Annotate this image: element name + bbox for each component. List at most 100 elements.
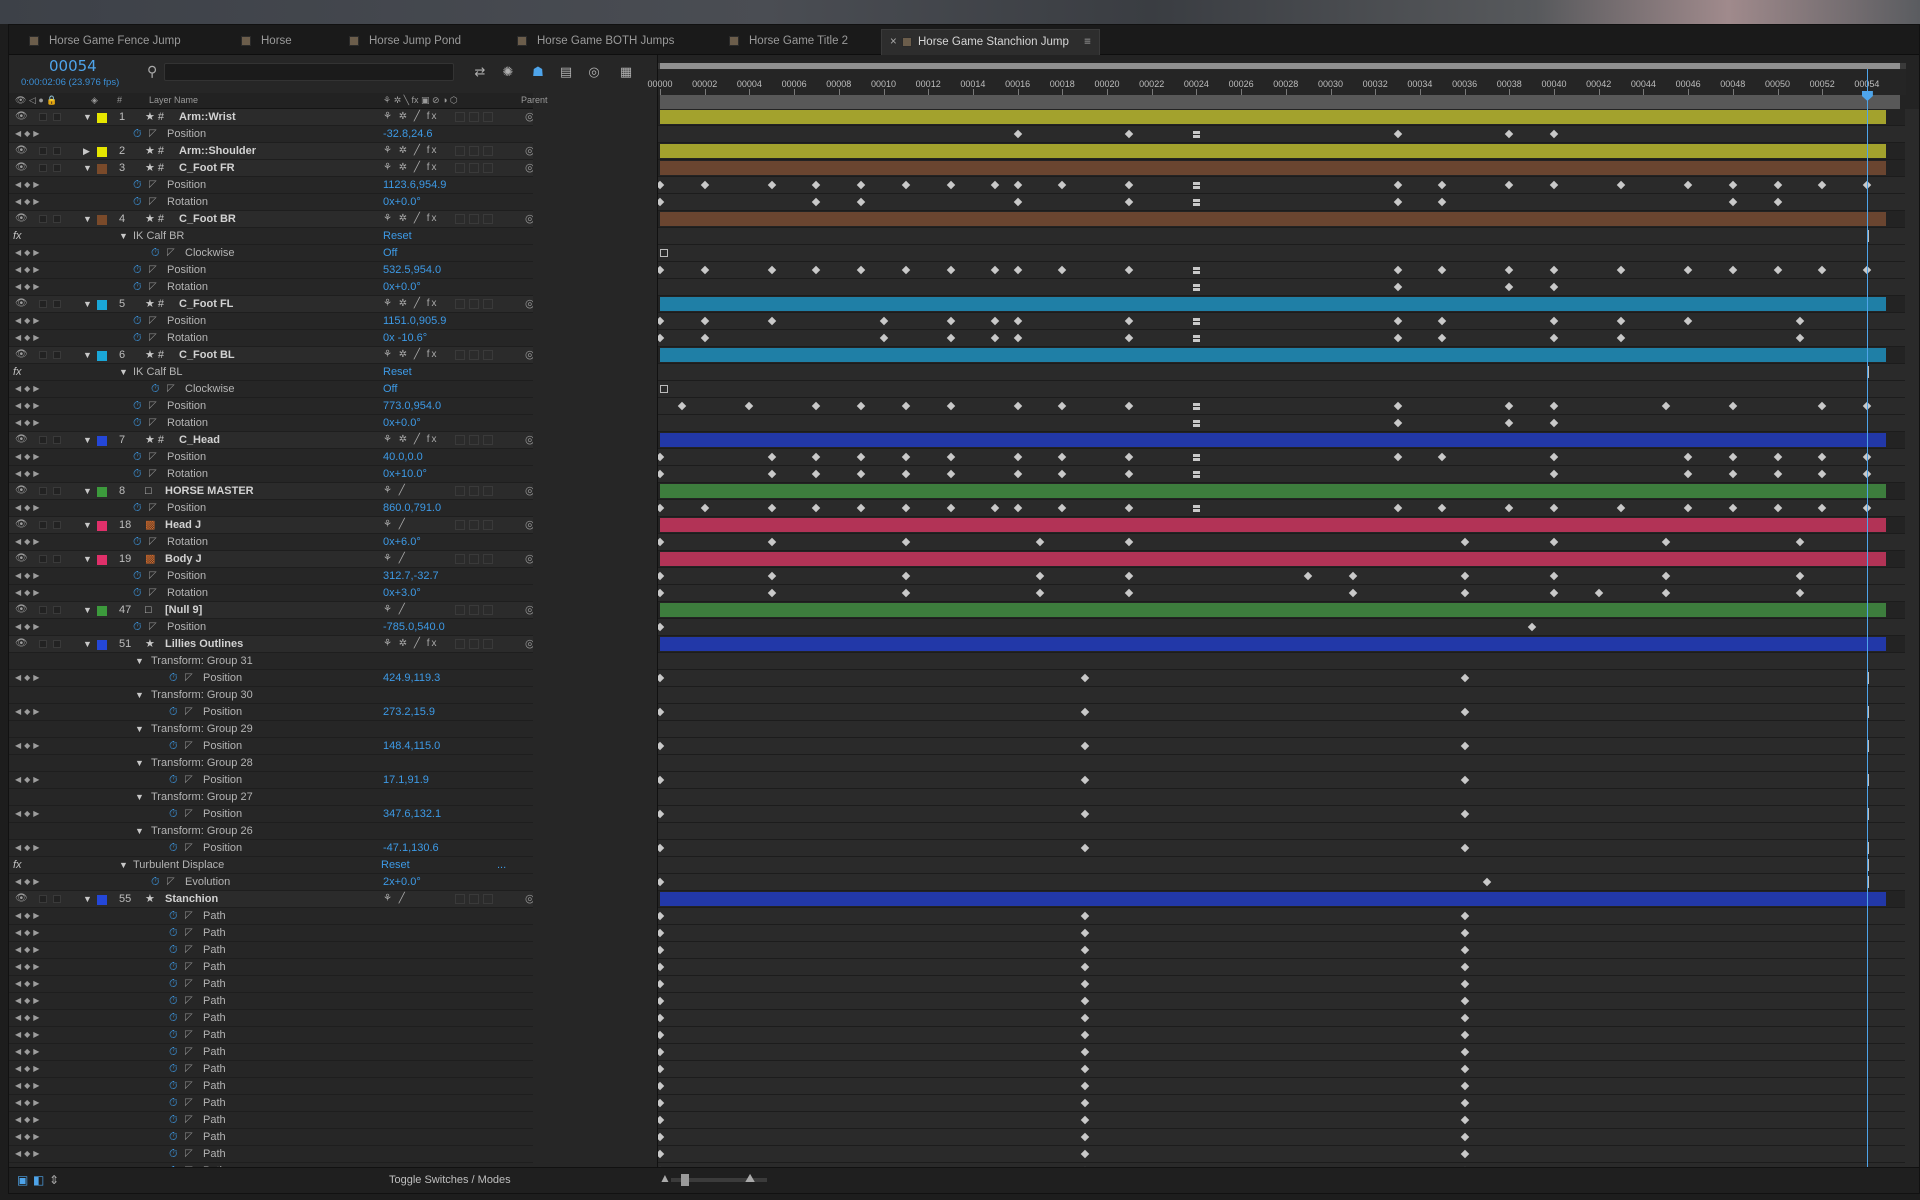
graph-icon[interactable]: ◸ <box>149 313 157 329</box>
solo-checkbox[interactable] <box>39 640 47 648</box>
stopwatch-icon[interactable]: ⏱ <box>133 534 142 550</box>
property-row[interactable]: ◀◆▶ ⏱ ◸ Position -32.8,24.6 <box>9 126 533 143</box>
keyframe[interactable] <box>1817 452 1827 462</box>
keyframe[interactable] <box>1125 537 1134 547</box>
keyframe-navigator[interactable]: ◀◆▶ <box>15 534 42 550</box>
lock-checkbox[interactable] <box>53 113 61 121</box>
property-value[interactable]: -785.0,540.0 <box>383 619 445 635</box>
stopwatch-icon[interactable]: ⏱ <box>169 1112 178 1128</box>
keyframe-navigator[interactable]: ◀◆▶ <box>15 925 42 941</box>
layer-switches[interactable]: ⚘ ✲ ╱ fx <box>383 296 438 312</box>
keyframe[interactable] <box>901 452 911 462</box>
keyframe-navigator[interactable]: ◀◆▶ <box>15 1146 42 1162</box>
keyframe[interactable] <box>1460 741 1469 751</box>
stopwatch-icon[interactable]: ⏱ <box>169 840 178 856</box>
expand-triangle[interactable]: ▼ <box>135 789 144 805</box>
keyframe[interactable] <box>1549 129 1559 139</box>
keyframe-navigator[interactable]: ◀◆▶ <box>15 1061 42 1077</box>
lock-checkbox[interactable] <box>53 300 61 308</box>
keyframe[interactable] <box>1773 265 1782 275</box>
switch-box[interactable] <box>455 520 465 530</box>
switch-box[interactable] <box>469 163 479 173</box>
switch-box[interactable] <box>469 214 479 224</box>
keyframe[interactable] <box>1058 401 1067 411</box>
expand-triangle[interactable]: ▼ <box>119 364 128 380</box>
property-row[interactable]: ◀◆▶ ⏱ ◸ Rotation 0x+10.0° <box>9 466 533 483</box>
keyframe[interactable] <box>658 962 665 972</box>
stopwatch-icon[interactable]: ⏱ <box>133 126 142 142</box>
label-color[interactable] <box>97 555 107 565</box>
keyframe-navigator[interactable]: ◀◆▶ <box>15 772 42 788</box>
keyframe[interactable] <box>1460 1115 1469 1125</box>
property-row[interactable]: ▼ Transform: Group 27 <box>9 789 533 806</box>
keyframe[interactable] <box>1460 1132 1469 1142</box>
keyframe[interactable] <box>658 843 665 853</box>
keyframe[interactable] <box>1460 571 1469 581</box>
search-input[interactable] <box>164 63 454 81</box>
keyframe[interactable] <box>991 503 1000 513</box>
expand-triangle[interactable]: ▼ <box>83 517 92 533</box>
stopwatch-icon[interactable]: ⏱ <box>169 1061 178 1077</box>
keyframe[interactable] <box>1460 979 1469 989</box>
keyframe[interactable] <box>658 1013 665 1023</box>
keyframe-navigator[interactable]: ◀◆▶ <box>15 177 42 193</box>
graph-icon[interactable]: ◸ <box>185 1095 193 1111</box>
keyframe[interactable] <box>1527 622 1536 632</box>
property-value[interactable]: 148.4,115.0 <box>383 738 440 754</box>
eye-icon[interactable]: 👁 <box>15 551 28 567</box>
switch-box[interactable] <box>455 554 465 564</box>
lock-checkbox[interactable] <box>53 606 61 614</box>
keyframe[interactable] <box>1080 1132 1089 1142</box>
switch-box[interactable] <box>455 639 465 649</box>
toggle-switches-modes[interactable]: Toggle Switches / Modes <box>389 1174 511 1186</box>
layer-switches[interactable]: ⚘ ✲ ╱ fx <box>383 109 438 125</box>
keyframe[interactable] <box>1460 537 1469 547</box>
keyframe[interactable] <box>1058 265 1067 275</box>
property-row[interactable]: ◀◆▶ ⏱ ◸ Rotation 0x+0.0° <box>9 415 533 432</box>
keyframe[interactable] <box>856 265 866 275</box>
keyframe[interactable] <box>767 588 776 598</box>
keyframe[interactable] <box>1125 503 1134 513</box>
property-row[interactable]: ◀◆▶ ⏱ ◸ Position 40.0,0.0 <box>9 449 533 466</box>
graph-icon[interactable]: ◸ <box>185 772 193 788</box>
layer-switches[interactable]: ⚘ ✲ ╱ fx <box>383 160 438 176</box>
stopwatch-icon[interactable]: ⏱ <box>133 313 142 329</box>
graph-icon[interactable]: ◸ <box>185 1061 193 1077</box>
tab-2[interactable]: Horse Jump Pond <box>349 29 461 55</box>
keyframe[interactable] <box>1438 197 1447 207</box>
layer-switches[interactable]: ⚘ ╱ <box>383 891 407 907</box>
keyframe[interactable] <box>1393 503 1402 513</box>
expand-triangle[interactable]: ▼ <box>83 551 92 567</box>
layer-duration-bar[interactable] <box>660 144 1886 158</box>
keyframe[interactable] <box>1549 537 1559 547</box>
keyframe[interactable] <box>1482 877 1492 887</box>
keyframe[interactable] <box>1438 180 1447 190</box>
keyframe[interactable] <box>856 452 866 462</box>
keyframe[interactable] <box>1773 469 1782 479</box>
property-row[interactable]: ◀◆▶ ⏱ ◸ Path <box>9 908 533 925</box>
keyframe[interactable] <box>658 622 665 632</box>
graph-icon[interactable]: ◸ <box>185 840 193 856</box>
keyframe[interactable] <box>658 877 665 887</box>
parent-pickwhip-icon[interactable]: ◎ <box>525 143 533 159</box>
stopwatch-icon[interactable]: ⏱ <box>169 772 178 788</box>
keyframe-navigator[interactable]: ◀◆▶ <box>15 908 42 924</box>
layer-row[interactable]: 👁▼8□HORSE MASTER⚘ ╱◎None▼ <box>9 483 533 500</box>
layer-name[interactable]: [Null 9] <box>165 602 202 618</box>
property-row[interactable]: ◀◆▶ ⏱ ◸ Position 1123.6,954.9 <box>9 177 533 194</box>
property-row[interactable]: ◀◆▶ ⏱ ◸ Rotation 0x+0.0° <box>9 194 533 211</box>
keyframe[interactable] <box>1193 420 1201 427</box>
expand-triangle[interactable]: ▼ <box>135 721 144 737</box>
layer-row[interactable]: 👁▼47□[Null 9]⚘ ╱◎None▼ <box>9 602 533 619</box>
keyframe[interactable] <box>901 180 911 190</box>
keyframe[interactable] <box>1080 1115 1089 1125</box>
keyframe[interactable] <box>658 588 665 598</box>
stopwatch-icon[interactable]: ⏱ <box>133 568 142 584</box>
layer-name[interactable]: C_Foot BR <box>179 211 236 227</box>
property-value[interactable]: 273.2,15.9 <box>383 704 435 720</box>
label-color[interactable] <box>97 215 107 225</box>
property-row[interactable]: ◀◆▶ ⏱ ◸ Path <box>9 1027 533 1044</box>
switch-box[interactable] <box>483 163 493 173</box>
stopwatch-icon[interactable]: ⏱ <box>133 449 142 465</box>
keyframe[interactable] <box>1460 588 1469 598</box>
